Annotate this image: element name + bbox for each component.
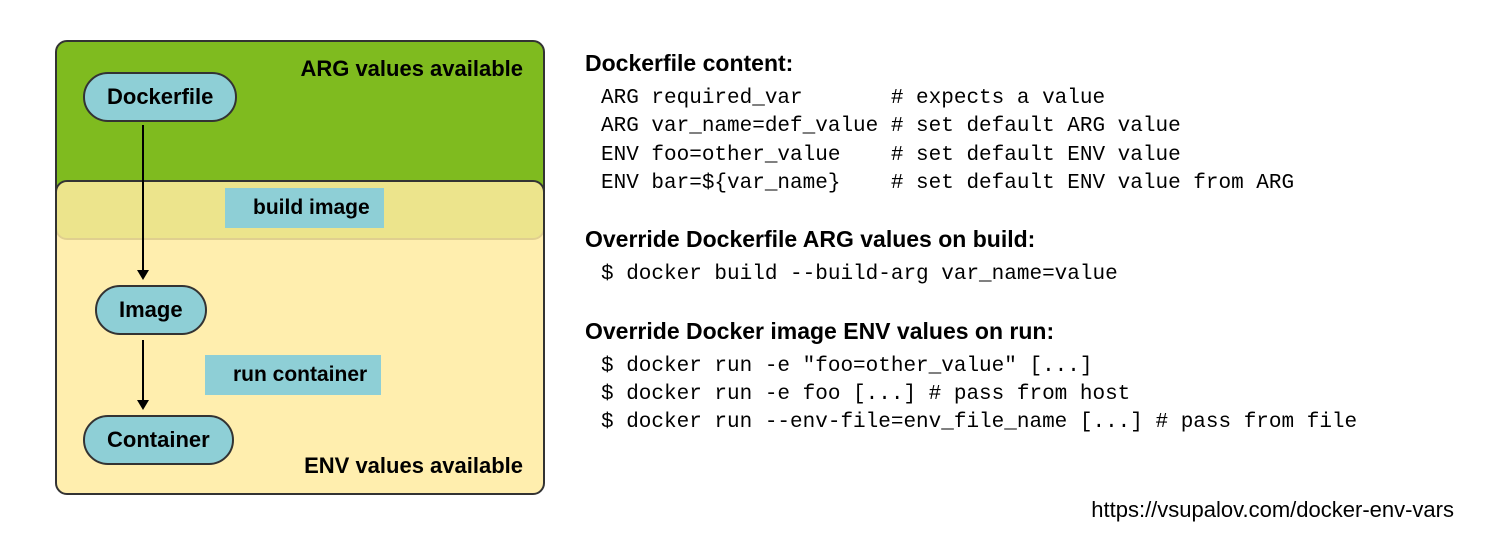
run-container-label: run container bbox=[227, 355, 381, 395]
dockerfile-content-section: Dockerfile content: ARG required_var # e… bbox=[585, 50, 1465, 198]
arrow-image-to-container bbox=[142, 340, 144, 408]
image-node: Image bbox=[95, 285, 207, 335]
run-container-tag: run container bbox=[205, 355, 381, 395]
arg-scope-label: ARG values available bbox=[300, 56, 523, 82]
code-block: ARG required_var # expects a value ARG v… bbox=[585, 85, 1465, 198]
source-link: https://vsupalov.com/docker-env-vars bbox=[1091, 497, 1454, 523]
code-block: $ docker build --build-arg var_name=valu… bbox=[585, 261, 1465, 289]
section-title: Dockerfile content: bbox=[585, 50, 1465, 77]
dockerfile-node: Dockerfile bbox=[83, 72, 237, 122]
arrow-left-icon bbox=[225, 188, 247, 228]
section-title: Override Docker image ENV values on run: bbox=[585, 318, 1465, 345]
section-title: Override Dockerfile ARG values on build: bbox=[585, 226, 1465, 253]
text-content-area: Dockerfile content: ARG required_var # e… bbox=[585, 50, 1465, 466]
override-arg-section: Override Dockerfile ARG values on build:… bbox=[585, 226, 1465, 289]
arrow-left-icon bbox=[205, 355, 227, 395]
env-scope-label: ENV values available bbox=[304, 453, 523, 479]
code-block: $ docker run -e "foo=other_value" [...] … bbox=[585, 353, 1465, 438]
build-image-label: build image bbox=[247, 188, 384, 228]
container-node: Container bbox=[83, 415, 234, 465]
diagram-area: ARG values available ENV values availabl… bbox=[55, 40, 555, 500]
build-image-tag: build image bbox=[225, 188, 384, 228]
arrow-dockerfile-to-image bbox=[142, 125, 144, 278]
override-env-section: Override Docker image ENV values on run:… bbox=[585, 318, 1465, 438]
